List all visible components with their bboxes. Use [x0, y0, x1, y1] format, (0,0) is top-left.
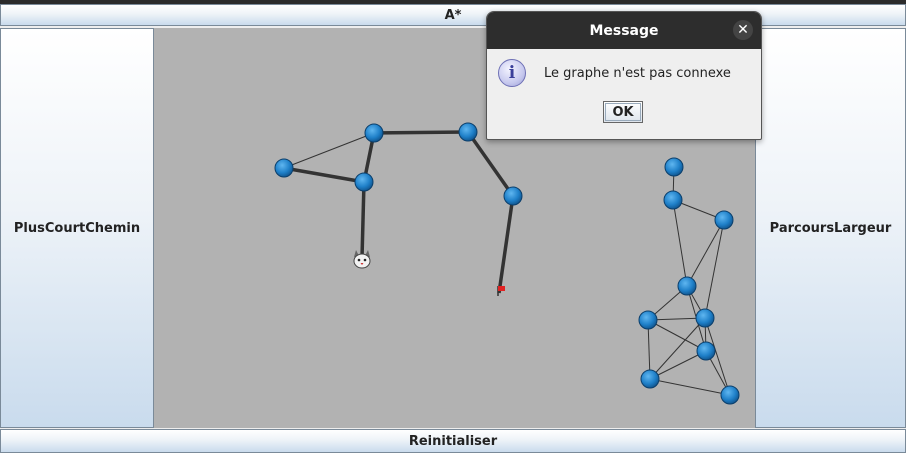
graph-node [458, 122, 478, 142]
edge [283, 132, 375, 169]
graph-node [696, 341, 716, 361]
message-dialog: Message ✕ i Le graphe n'est pas connexe … [486, 11, 762, 140]
edge [704, 219, 725, 319]
edge [497, 195, 515, 294]
edge [686, 219, 725, 287]
graph-node [638, 310, 658, 330]
edge [649, 378, 731, 396]
graph-node [720, 385, 740, 405]
graph-node [503, 186, 523, 206]
edge [373, 130, 469, 135]
shortest-path-button[interactable]: PlusCourtChemin [0, 28, 154, 428]
info-icon: i [498, 59, 526, 87]
ok-button-label: OK [612, 104, 634, 120]
graph-node [663, 190, 683, 210]
graph-node [364, 123, 384, 143]
reset-button-label: Reinitialiser [408, 433, 498, 449]
edge [647, 319, 707, 352]
breadth-first-button[interactable]: ParcoursLargeur [755, 28, 906, 428]
graph-node [640, 369, 660, 389]
astar-button[interactable]: A* [0, 4, 906, 26]
edge [672, 199, 688, 287]
dialog-title: Message [589, 22, 659, 39]
graph-node [274, 158, 294, 178]
dialog-titlebar: Message ✕ [487, 12, 761, 49]
red-flag-icon [497, 286, 505, 296]
graph-node [664, 157, 684, 177]
graph-node [714, 210, 734, 230]
edge [283, 166, 365, 184]
shortest-path-button-label: PlusCourtChemin [13, 220, 141, 236]
dialog-message: Le graphe n'est pas connexe [544, 66, 731, 81]
edge [360, 181, 366, 259]
close-icon[interactable]: ✕ [733, 20, 753, 40]
edge [649, 317, 706, 380]
ok-button[interactable]: OK [603, 101, 643, 123]
graph-node [677, 276, 697, 296]
graph-node [695, 308, 715, 328]
reset-button[interactable]: Reinitialiser [0, 429, 906, 453]
graph-nodes [274, 122, 740, 405]
breadth-first-button-label: ParcoursLargeur [769, 220, 892, 236]
astar-button-label: A* [444, 7, 462, 23]
edge [466, 130, 515, 198]
graph-node [354, 172, 374, 192]
graph-edges [283, 130, 731, 396]
